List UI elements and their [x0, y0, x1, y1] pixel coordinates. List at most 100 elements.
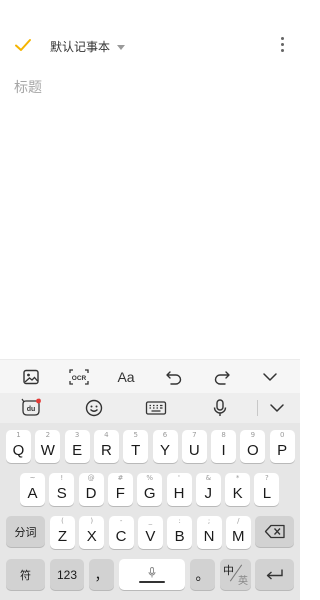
- key-w[interactable]: 2W: [35, 430, 61, 463]
- key-h[interactable]: ' H: [166, 473, 192, 506]
- key-r[interactable]: 4R: [93, 430, 119, 463]
- key-s[interactable]: ! S: [49, 473, 75, 506]
- key-secondary-label: ;: [207, 517, 211, 525]
- editor-toolbar: OCR Aa: [0, 359, 300, 393]
- text-format-label: Aa: [117, 369, 135, 385]
- key-j[interactable]: & J: [195, 473, 221, 506]
- period-key[interactable]: 。: [190, 559, 215, 590]
- segment-label: 分词: [14, 525, 37, 539]
- caret-down-icon: [117, 45, 126, 50]
- keyboard-icon[interactable]: [144, 397, 168, 419]
- key-u[interactable]: 7U: [181, 430, 207, 463]
- redo-icon[interactable]: [210, 365, 234, 389]
- title-input[interactable]: [14, 76, 284, 100]
- key-secondary-label: /: [237, 517, 240, 525]
- text-format-icon[interactable]: Aa: [114, 365, 138, 389]
- key-f[interactable]: # F: [107, 473, 133, 506]
- key-e[interactable]: 3E: [64, 430, 90, 463]
- key-label: O: [247, 442, 259, 459]
- key-label: N: [203, 528, 215, 545]
- ocr-icon[interactable]: OCR: [67, 365, 91, 389]
- key-m[interactable]: / M: [225, 516, 251, 549]
- key-secondary-label: 8: [221, 431, 226, 439]
- key-label: X: [86, 528, 97, 545]
- key-secondary-label: 7: [192, 431, 197, 439]
- key-v[interactable]: _ V: [137, 516, 163, 549]
- ocr-label: OCR: [72, 375, 87, 382]
- key-o[interactable]: 9O: [240, 430, 266, 463]
- numbers-label: 123: [56, 567, 78, 582]
- key-x[interactable]: ) X: [79, 516, 105, 549]
- ime-logo-icon[interactable]: du: [19, 397, 43, 419]
- key-y[interactable]: 6Y: [152, 430, 178, 463]
- key-label: L: [262, 485, 272, 502]
- voice-icon[interactable]: [208, 397, 232, 419]
- key-secondary-label: (: [61, 517, 64, 525]
- undo-icon[interactable]: [162, 365, 186, 389]
- space-key[interactable]: [119, 559, 185, 590]
- key-secondary-label: :: [178, 517, 181, 525]
- enter-key[interactable]: [255, 559, 294, 590]
- enter-icon: [266, 569, 283, 580]
- check-icon[interactable]: [14, 37, 32, 53]
- key-secondary-label: #: [117, 474, 124, 482]
- svg-text:du: du: [27, 406, 36, 413]
- backspace-key[interactable]: [255, 516, 294, 547]
- image-icon[interactable]: [19, 365, 43, 389]
- key-k[interactable]: * K: [225, 473, 251, 506]
- key-g[interactable]: % G: [137, 473, 163, 506]
- key-label: G: [143, 485, 156, 502]
- key-label: R: [100, 442, 112, 459]
- key-secondary-label: 5: [133, 431, 138, 439]
- key-secondary-label: &: [205, 474, 212, 482]
- key-secondary-label: -: [119, 517, 123, 525]
- key-b[interactable]: :B: [167, 516, 193, 549]
- key-t[interactable]: 5T: [123, 430, 149, 463]
- soft-keyboard: du 1Q2W3E4R5T6Y7U8I9O0P ~ A! S @ D # F% G ' H & J * K…: [0, 393, 300, 600]
- key-secondary-label: ~: [29, 474, 36, 482]
- key-d[interactable]: @ D: [78, 473, 104, 506]
- key-a[interactable]: ~ A: [20, 473, 45, 506]
- key-secondary-label: @: [87, 474, 95, 482]
- key-n[interactable]: ; N: [196, 516, 222, 549]
- key-secondary-label: 4: [104, 431, 109, 439]
- key-secondary-label: ': [178, 474, 180, 482]
- collapse-icon[interactable]: [258, 365, 282, 389]
- key-c[interactable]: -C: [108, 516, 134, 549]
- key-label: I: [221, 442, 226, 459]
- key-p[interactable]: 0P: [269, 430, 295, 463]
- key-label: E: [72, 442, 83, 459]
- period-label: 。: [195, 566, 210, 583]
- comma-key[interactable]: ，: [89, 559, 114, 590]
- key-label: A: [27, 485, 38, 502]
- more-vertical-icon[interactable]: [277, 37, 287, 55]
- key-secondary-label: 1: [16, 431, 21, 439]
- key-label: V: [145, 528, 156, 545]
- key-label: U: [188, 442, 200, 459]
- key-l[interactable]: ? L: [254, 473, 280, 506]
- space-bar-indicator: [139, 581, 165, 583]
- note-header: 默认记事本: [0, 0, 300, 80]
- key-label: Z: [57, 528, 68, 545]
- key-label: P: [277, 442, 288, 459]
- symbol-key[interactable]: 符: [6, 559, 45, 590]
- hide-keyboard-icon[interactable]: [265, 397, 289, 419]
- key-secondary-label: 6: [162, 431, 168, 439]
- numbers-key[interactable]: 123: [50, 559, 84, 590]
- key-label: T: [131, 442, 141, 459]
- language-switch-key[interactable]: 中 英: [220, 559, 251, 590]
- key-i[interactable]: 8I: [211, 430, 237, 463]
- key-label: W: [40, 442, 55, 459]
- notebook-selector[interactable]: 默认记事本: [50, 38, 126, 55]
- key-label: K: [232, 485, 243, 502]
- key-secondary-label: !: [60, 474, 64, 482]
- emoji-icon[interactable]: [82, 397, 106, 419]
- key-q[interactable]: 1Q: [6, 430, 31, 463]
- key-label: F: [115, 485, 125, 502]
- key-z[interactable]: (Z: [50, 516, 75, 549]
- key-label: J: [204, 485, 213, 502]
- key-secondary-label: 2: [45, 431, 51, 439]
- key-label: Q: [12, 442, 25, 459]
- segment-key[interactable]: 分词: [6, 516, 45, 547]
- symbol-label: 符: [20, 568, 31, 582]
